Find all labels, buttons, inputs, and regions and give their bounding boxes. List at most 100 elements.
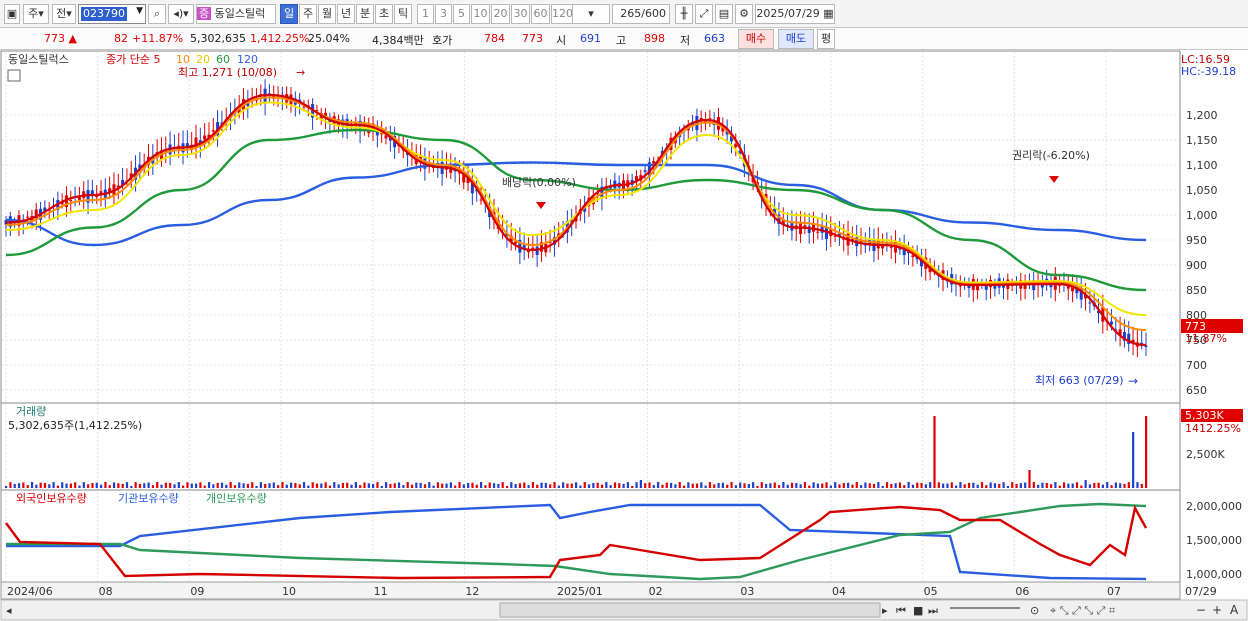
rewind-icon[interactable]: ⏮: [896, 604, 906, 617]
volume-bar: [795, 482, 798, 488]
speaker-icon[interactable]: ◂)▾: [168, 4, 194, 24]
volume-bar: [328, 485, 332, 488]
code-input[interactable]: 023790 ▼: [78, 4, 146, 24]
period-tab-3[interactable]: 년: [337, 4, 355, 24]
scroll-thumb[interactable]: [499, 602, 881, 618]
layout-icon[interactable]: ▣: [4, 4, 20, 24]
interval-dropdown[interactable]: ▾: [572, 4, 610, 24]
interval-button-10[interactable]: 10: [471, 4, 490, 24]
volume-bar: [929, 482, 932, 488]
interval-button-5[interactable]: 5: [453, 4, 470, 24]
volume-bar: [1041, 482, 1044, 488]
volume-bar: [1106, 482, 1109, 488]
volume-bar: [967, 482, 971, 488]
volume-bar: [877, 482, 880, 488]
volume-bar: [1084, 480, 1087, 488]
search-icon[interactable]: ⌕: [148, 4, 166, 24]
period-tab-1[interactable]: 주: [299, 4, 317, 24]
period-tab-6[interactable]: 틱: [394, 4, 412, 24]
period-tab-0[interactable]: 일: [280, 4, 298, 24]
volume-bar: [501, 482, 504, 488]
interval-button-3[interactable]: 3: [435, 4, 452, 24]
interval-button-20[interactable]: 20: [491, 4, 510, 24]
scroll-left-icon[interactable]: ◂: [6, 604, 12, 617]
interval-button-30[interactable]: 30: [511, 4, 530, 24]
volume-bar: [488, 482, 491, 488]
volume-bar: [1032, 482, 1035, 488]
prev-select[interactable]: 전▾: [52, 4, 76, 24]
volume-bar: [1062, 482, 1066, 488]
week-select[interactable]: 주▾: [23, 4, 49, 24]
count-field[interactable]: 265/600: [612, 4, 670, 24]
volume-bar: [207, 482, 211, 488]
dividend-annotation: 배당락(0.00%): [502, 176, 576, 189]
price-axis-label: 1,150: [1186, 134, 1218, 147]
volume-bar: [782, 482, 785, 488]
volume-bar: [592, 482, 595, 488]
volume-bar: [346, 482, 349, 488]
volume-bar: [626, 482, 630, 488]
volume-bar: [942, 483, 945, 488]
date-field[interactable]: 2025/07/29 ▦: [755, 4, 835, 24]
volume-bar: [756, 485, 759, 488]
volume-bar: [1071, 483, 1074, 488]
volume-bar: [622, 483, 625, 488]
high-value: 898: [644, 32, 665, 45]
zoom-slider[interactable]: [950, 607, 1020, 609]
table-icon[interactable]: [7, 69, 21, 82]
volume-bar: [406, 482, 409, 488]
volume-bar: [341, 482, 345, 488]
volume-bar: [380, 485, 383, 488]
buy-button[interactable]: 매수: [738, 29, 774, 49]
count-total: /600: [641, 7, 666, 20]
volume-bar: [121, 483, 124, 488]
draw-icon[interactable]: ⤢: [695, 4, 713, 24]
interval-button-60[interactable]: 60: [531, 4, 550, 24]
volume-bar: [549, 484, 552, 488]
volume-bar: [216, 482, 219, 488]
volume-bar: [333, 482, 336, 488]
date-axis-label: 05: [924, 585, 938, 598]
volume-bar: [838, 484, 841, 488]
forward-icon[interactable]: ⏭: [928, 604, 938, 617]
period-tab-4[interactable]: 분: [356, 4, 374, 24]
stop-icon[interactable]: ■: [913, 604, 923, 617]
date-axis-label: 08: [99, 585, 113, 598]
candle-body: [203, 135, 207, 140]
volume-bar: [661, 484, 664, 488]
zoom-in-icon[interactable]: +: [1212, 603, 1222, 617]
volume-bar: [674, 484, 677, 488]
period-tab-2[interactable]: 월: [318, 4, 336, 24]
legend-ma120: 120: [237, 53, 258, 66]
volume-bar: [765, 483, 768, 488]
font-size-icon[interactable]: A: [1230, 603, 1239, 617]
save-icon[interactable]: ▤: [715, 4, 733, 24]
volume-bar: [30, 482, 34, 488]
volume-bar: [583, 482, 586, 488]
volume-bar: [872, 483, 876, 488]
tool-icons[interactable]: ⌖ ⤡ ⤢ ⤡ ⤢ ⌗: [1050, 604, 1115, 617]
volume-bar: [510, 482, 513, 488]
volume-bar: [264, 483, 267, 488]
volume-bar: [255, 485, 258, 488]
volume-bar: [769, 483, 772, 488]
stock-chart[interactable]: 동일스틸럭스 종가 단순 5 10 20 60 120 최고 1,271 (10…: [0, 50, 1248, 621]
volume-bar: [700, 482, 703, 488]
interval-button-1[interactable]: 1: [417, 4, 434, 24]
stock-name-box[interactable]: 증 동일스틸럭: [196, 4, 276, 24]
scroll-right-icon[interactable]: ▸: [882, 604, 888, 617]
sell-button[interactable]: 매도: [778, 29, 814, 49]
price-axis-label: 700: [1186, 359, 1207, 372]
eval-button[interactable]: 평: [817, 29, 835, 49]
volume-bar: [989, 482, 992, 488]
candle-body: [95, 196, 99, 198]
volume-bar: [881, 485, 884, 488]
candle-icon[interactable]: ╫: [675, 4, 693, 24]
zoom-reset-icon[interactable]: ⊙: [1030, 604, 1039, 617]
zoom-out-icon[interactable]: −: [1196, 603, 1206, 617]
period-tab-5[interactable]: 초: [375, 4, 393, 24]
interval-button-120[interactable]: 120: [551, 4, 573, 24]
volume-bar: [1132, 432, 1135, 488]
foreign-legend: 외국인보유수량: [16, 492, 87, 505]
gear-icon[interactable]: ⚙: [735, 4, 753, 24]
